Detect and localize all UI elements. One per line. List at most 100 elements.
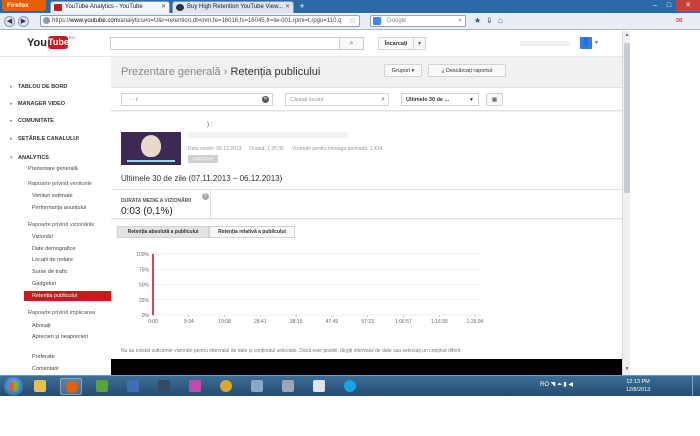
sidebar-item-playback-locations[interactable]: Locații de redare: [32, 257, 73, 263]
page-scrollbar[interactable]: ▲ ▼: [622, 31, 630, 375]
home-icon[interactable]: ⌂: [498, 16, 503, 25]
taskbar-app-skype[interactable]: [339, 378, 361, 395]
main-content: Prezentare generală › Retenția publiculu…: [111, 57, 622, 375]
taskbar-clock[interactable]: 12:13 PM 12/8/2013: [618, 378, 658, 394]
tab-close-icon[interactable]: ✕: [285, 3, 290, 10]
youtube-search-input[interactable]: [110, 37, 340, 50]
location-search-input[interactable]: Căutați locații ⌕: [285, 93, 389, 106]
sidebar-item-ad-performance[interactable]: Performanța anunțului: [32, 205, 86, 211]
scroll-up-icon[interactable]: ▲: [623, 32, 631, 40]
calendar-button[interactable]: ▦: [486, 93, 503, 106]
sidebar-item-estimated-revenue[interactable]: Venituri estimate: [32, 193, 73, 199]
taskbar-app-multicolor-app[interactable]: [184, 378, 206, 395]
video-thumbnail[interactable]: [121, 132, 181, 165]
sidebar-item-subscribers[interactable]: Abonați: [32, 323, 51, 329]
taskbar-app-folder[interactable]: [29, 378, 51, 395]
taskbar-app-app-dark[interactable]: [153, 378, 175, 395]
taskbar-app-chrome[interactable]: [215, 378, 237, 395]
taskbar-app-paint[interactable]: [246, 378, 268, 395]
show-desktop-button[interactable]: [692, 376, 700, 397]
tab-close-icon[interactable]: ✕: [161, 3, 166, 10]
addon-icon[interactable]: ✉: [676, 16, 683, 25]
youtube-search-button[interactable]: ⌕: [340, 37, 364, 50]
google-engine-icon[interactable]: [373, 17, 381, 25]
sidebar-item-audience-retention[interactable]: Retenția publicului: [32, 293, 77, 299]
sidebar-item-comments[interactable]: Comentarii: [32, 366, 59, 372]
tab-youtube-analytics[interactable]: YouTube Analytics - YouTube ✕: [50, 1, 170, 13]
sidebar-group-revenue[interactable]: Rapoarte privind veniturile: [28, 181, 92, 187]
minimize-button[interactable]: –: [648, 0, 662, 12]
search-icon[interactable]: ⌕: [458, 16, 462, 26]
bookmarks-icon[interactable]: ★: [474, 16, 481, 25]
retention-chart: 100%75%50%25%0% 0:00 9:34 19:08 28:41 38:15 4…: [136, 252, 483, 325]
browser-search-box[interactable]: Google ⌕: [370, 15, 466, 27]
metric-panel: DURATA MEDIE A VIZIONĂRII 0:03 (0,1%) ?: [111, 189, 622, 220]
sidebar-item-overview[interactable]: Prezentare generală: [28, 166, 78, 172]
taskbar-app-app-gray[interactable]: [277, 378, 299, 395]
region-label: RO: [69, 35, 75, 40]
address-bar[interactable]: https://www.youtube.com/analytics#o=U&r=…: [40, 15, 360, 27]
url-prefix: https://: [52, 18, 71, 24]
sidebar-item-devices[interactable]: Gadgeturi: [32, 281, 56, 287]
x-tick-label: 28:41: [254, 319, 267, 325]
tab-relative-retention[interactable]: Retenția relativă a publicului: [209, 226, 295, 238]
tab-buy-retention[interactable]: Buy High Retention YouTube View... ✕: [172, 1, 294, 13]
avatar[interactable]: 👤: [580, 37, 592, 49]
downloads-icon[interactable]: ⇓: [486, 16, 493, 25]
video-duration: Durată: 1:35:36: [249, 146, 284, 152]
thumbnail-face-image: [141, 135, 161, 157]
sidebar-section-community[interactable]: COMUNITATE: [10, 118, 54, 124]
filter-bar: · · · / ✕ Căutați locații ⌕ Ultimele 30 …: [111, 87, 622, 111]
youtube-logo-you[interactable]: You: [27, 37, 47, 49]
sidebar-section-analytics[interactable]: ANALYTICS: [10, 155, 49, 161]
sidebar-section-dashboard[interactable]: TABLOU DE BORD: [10, 84, 67, 90]
youtube-logo-tube[interactable]: Tube: [48, 36, 69, 49]
scroll-down-icon[interactable]: ▼: [623, 366, 631, 374]
back-button[interactable]: ◀: [4, 16, 15, 27]
taskbar-app-utorrent[interactable]: [91, 378, 113, 395]
help-icon[interactable]: ?: [202, 193, 209, 200]
content-filter-input[interactable]: · · · / ✕: [121, 93, 273, 106]
period-select-value: Ultimele 30 de ...: [406, 97, 450, 103]
metric-value: 0:03 (0,1%): [121, 206, 173, 217]
upload-button[interactable]: Încarcați: [378, 37, 414, 50]
maximize-button[interactable]: □: [662, 0, 676, 12]
sidebar-item-views[interactable]: Vizionări: [32, 234, 53, 240]
sidebar-group-views[interactable]: Rapoarte privind vizionările: [28, 222, 94, 228]
chevron-down-icon[interactable]: ▼: [594, 40, 599, 46]
browser-tab-strip: Firefox YouTube Analytics - YouTube ✕ Bu…: [0, 0, 700, 13]
scrollbar-thumb[interactable]: [624, 43, 630, 193]
sidebar-item-likes-dislikes[interactable]: Aprecieri și neaprecieri: [32, 334, 92, 341]
taskbar-app-app-blue[interactable]: [122, 378, 144, 395]
new-tab-button[interactable]: +: [296, 1, 308, 12]
forward-button[interactable]: ▶: [18, 16, 29, 27]
system-tray[interactable]: RO ◥ ⏶ ▮ ◀: [540, 381, 573, 389]
search-icon[interactable]: ⌕: [381, 94, 385, 106]
close-window-button[interactable]: ✕: [676, 0, 700, 12]
y-tick-label: 50%: [139, 283, 150, 289]
start-button[interactable]: [4, 377, 23, 396]
groups-button[interactable]: Grupuri ▾: [384, 64, 422, 77]
export-report-button[interactable]: ⤓ Descărcați raportul: [428, 64, 506, 77]
site-identity-icon[interactable]: [43, 17, 50, 24]
taskbar-app-document[interactable]: [308, 378, 330, 395]
sidebar-group-engagement[interactable]: Rapoarte privind implicarea: [28, 310, 95, 316]
firefox-menu-button[interactable]: Firefox: [2, 0, 46, 11]
taskbar-app-firefox[interactable]: [60, 378, 82, 395]
upload-dropdown-button[interactable]: ▼: [413, 37, 426, 50]
period-select[interactable]: Ultimele 30 de ... ▼: [401, 93, 479, 106]
bookmark-star-icon[interactable]: ☆: [349, 16, 356, 26]
chart-grid: [153, 253, 481, 316]
sidebar-item-demographics[interactable]: Date demografice: [32, 246, 75, 252]
date-range-label: Ultimele 30 de zile (07.11.2013 – 06.12.…: [121, 174, 283, 183]
clear-icon[interactable]: ✕: [262, 96, 269, 103]
sidebar-section-video-manager[interactable]: MANAGER VIDEO: [10, 101, 65, 107]
tab-absolute-retention[interactable]: Retenția absolută a publicului: [117, 226, 209, 238]
avg-view-duration-metric[interactable]: DURATA MEDIE A VIZIONĂRII 0:03 (0,1%) ?: [111, 190, 211, 220]
search-icon: ⌕: [349, 40, 354, 47]
account-name-redacted: [520, 41, 570, 46]
sidebar-section-channel-settings[interactable]: SETĂRILE CANALULUI: [10, 136, 79, 142]
breadcrumb-overview-link[interactable]: Prezentare generală: [121, 66, 221, 78]
sidebar-item-favorites[interactable]: Preferate: [32, 354, 55, 360]
sidebar-item-traffic-sources[interactable]: Surse de trafic: [32, 269, 67, 275]
